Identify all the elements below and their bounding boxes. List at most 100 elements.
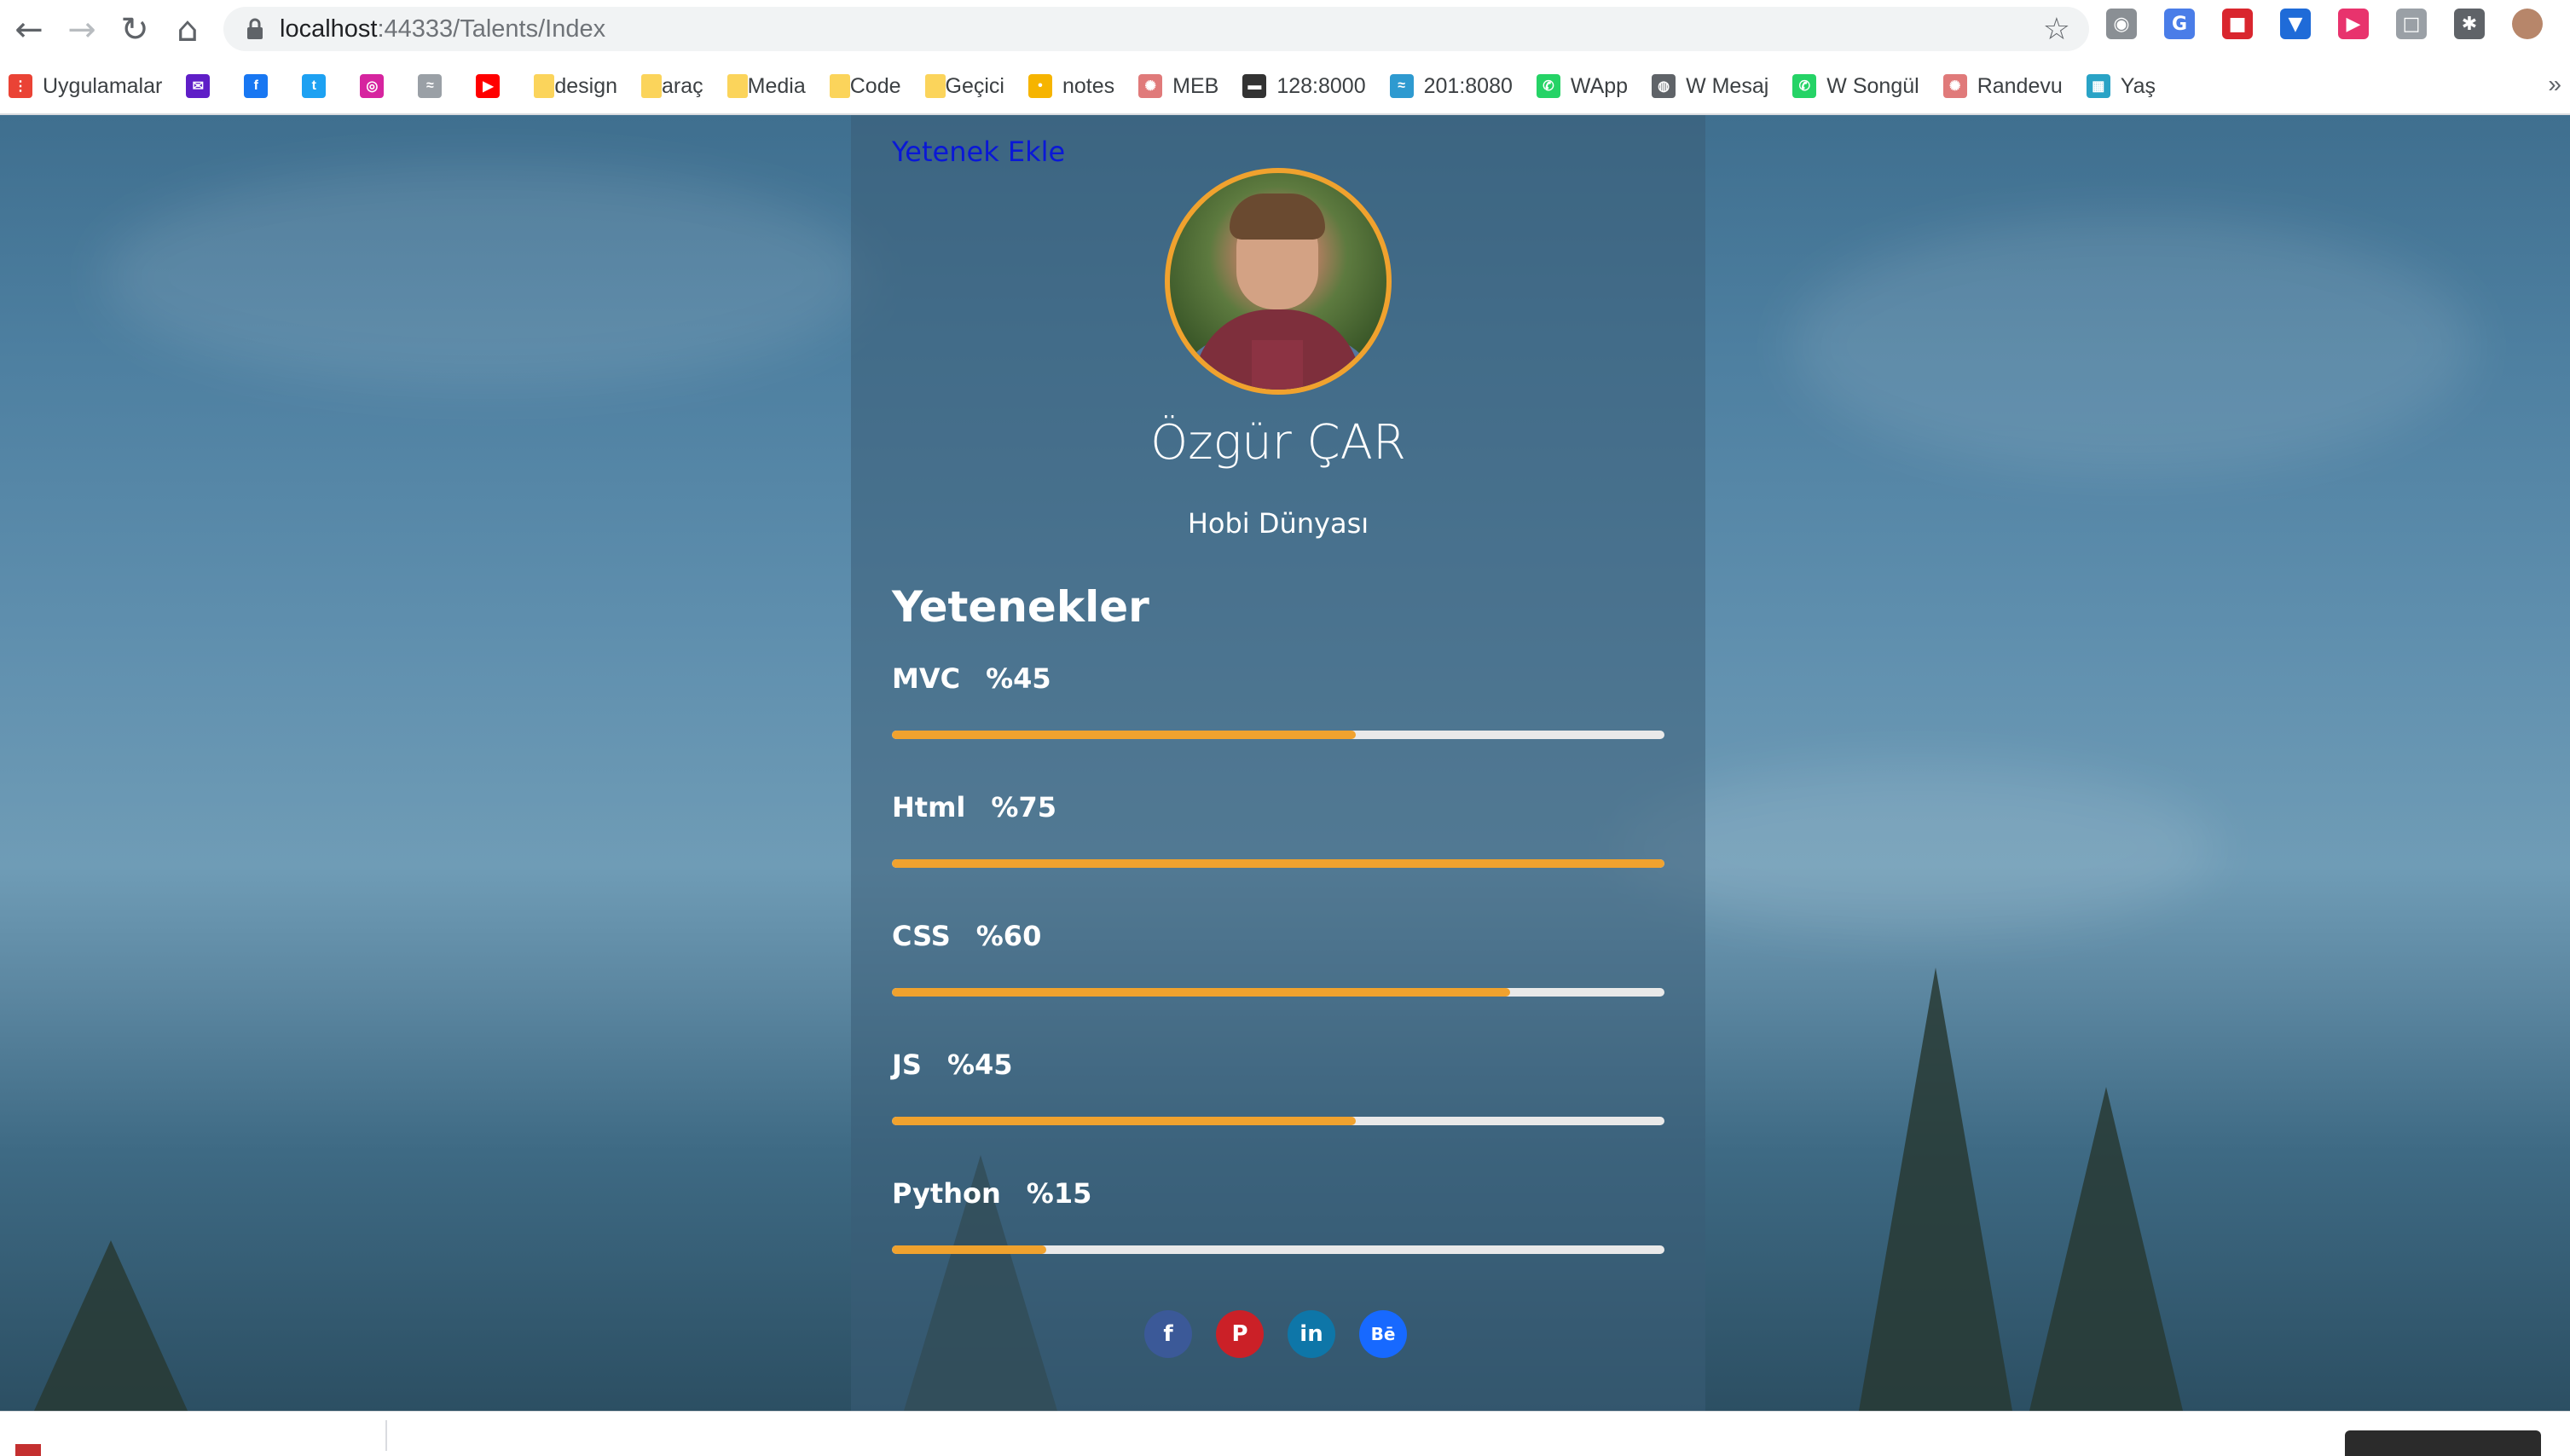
add-skill-link[interactable]: Yetenek Ekle: [892, 136, 1065, 168]
bookmark-item[interactable]: Code: [829, 74, 901, 99]
bookmark-item[interactable]: ≈: [418, 74, 452, 98]
bookmark-item[interactable]: ≈201:8080: [1389, 73, 1513, 99]
bookmark-item[interactable]: Media: [726, 74, 806, 99]
bookmark-label: W Songül: [1826, 73, 1919, 98]
avatar: [1165, 168, 1392, 395]
bookmark-star-icon[interactable]: ☆: [2043, 12, 2070, 47]
lock-icon[interactable]: [244, 15, 266, 43]
behance-icon[interactable]: Bē: [1359, 1310, 1407, 1358]
address-bar[interactable]: localhost:44333/Talents/Index ☆: [223, 7, 2089, 51]
skill-label: Html %75: [892, 791, 1664, 823]
vpn-icon[interactable]: ▼: [2280, 9, 2311, 39]
camera-icon[interactable]: ◉: [2106, 9, 2137, 39]
avatar-hair: [1230, 194, 1325, 240]
instagram-icon: ◎: [360, 74, 385, 98]
browser-toolbar: ← → ↻ ⌂ localhost:44333/Talents/Index ☆ …: [0, 0, 2570, 59]
bookmark-item[interactable]: ✺ MEB: [1138, 74, 1218, 99]
whatsapp-icon: ✆: [1536, 74, 1560, 98]
bookmark-item[interactable]: ✉: [186, 74, 220, 98]
skill-progress-track: [892, 731, 1664, 739]
reload-icon[interactable]: ↻: [111, 6, 159, 54]
bookmark-label: 201:8080: [1423, 73, 1513, 98]
skill-item: Python %15: [892, 1177, 1664, 1280]
folder-icon: [641, 74, 663, 98]
bookmark-label: 128:8000: [1276, 73, 1366, 98]
facebook-icon: f: [244, 74, 269, 98]
tree: [2029, 1087, 2183, 1411]
bookmark-label: Geçici: [945, 73, 1004, 98]
skill-progress-track: [892, 1117, 1664, 1125]
bookmark-item[interactable]: f: [244, 74, 278, 98]
forward-arrow-icon[interactable]: →: [58, 6, 106, 54]
skill-item: CSS %60: [892, 920, 1664, 1022]
page-background: Yetenek Ekle Özgür ÇAR Hobi Dünyası Yete…: [0, 115, 2570, 1411]
pinterest-icon[interactable]: P: [1216, 1310, 1264, 1358]
url-host: localhost: [280, 14, 378, 43]
skill-name: Python: [892, 1177, 1001, 1210]
skill-progress-fill: [892, 859, 1664, 868]
profile-avatar-icon[interactable]: [2512, 9, 2543, 39]
file-icon: [15, 1444, 41, 1456]
skill-label: JS %45: [892, 1049, 1664, 1081]
bookmark-item[interactable]: araç: [641, 74, 703, 99]
bookmark-item[interactable]: Geçici: [924, 73, 1004, 99]
skill-percent: %60: [975, 920, 1042, 952]
bookmarks-more-icon[interactable]: »: [2548, 71, 2561, 98]
bookmark-item[interactable]: design: [534, 74, 617, 99]
skill-name: MVC: [892, 662, 961, 695]
facebook-icon[interactable]: f: [1144, 1310, 1192, 1358]
bookmark-item[interactable]: ✺ Randevu: [1942, 73, 2063, 99]
bookmark-item[interactable]: ▬ 128:8000: [1242, 73, 1366, 99]
skill-percent: %45: [946, 1049, 1013, 1081]
bookmark-item[interactable]: ⋮ Uygulamalar: [9, 74, 162, 99]
translate-icon[interactable]: G: [2164, 9, 2195, 39]
profile-name: Özgür ÇAR: [1150, 415, 1406, 471]
bookmark-item[interactable]: ✆ WApp: [1536, 73, 1629, 99]
divider: [385, 1420, 387, 1451]
bookmark-label: WApp: [1570, 73, 1629, 98]
profile-card: Yetenek Ekle Özgür ÇAR Hobi Dünyası Yete…: [851, 115, 1705, 1411]
bookmark-item[interactable]: • notes: [1027, 73, 1115, 99]
url-text[interactable]: localhost:44333/Talents/Index: [280, 15, 605, 43]
globe-icon: ◍: [1652, 74, 1676, 98]
skill-percent: %45: [986, 662, 1051, 695]
bookmark-label: Yaş: [2120, 73, 2156, 98]
bookmark-label: W Mesaj: [1686, 73, 1769, 98]
skill-progress-track: [892, 859, 1664, 868]
skill-label: Python %15: [892, 1177, 1664, 1210]
wireless-icon: ≈: [418, 74, 443, 98]
avatar-shirt: [1252, 340, 1303, 390]
skill-progress-fill: [892, 1117, 1356, 1125]
bookmark-item[interactable]: t: [302, 74, 336, 98]
mail-icon: ✉: [186, 74, 211, 98]
skill-item: MVC %45: [892, 662, 1664, 765]
bookmark-label: araç: [662, 73, 703, 98]
tree: [1859, 968, 2012, 1411]
apps-grid-icon: ⋮: [9, 74, 32, 98]
extensions-puzzle-icon[interactable]: ✱: [2454, 9, 2485, 39]
skill-progress-fill: [892, 1245, 1047, 1254]
bookmark-item[interactable]: ▶: [476, 74, 510, 98]
folder-icon: [726, 74, 748, 98]
play-icon[interactable]: ▶: [2338, 9, 2369, 39]
extensions-row: ◉ G ■ ▼ ▶ □ ✱ ⋮: [2106, 9, 2570, 39]
bookmark-label: Randevu: [1977, 73, 2063, 98]
back-arrow-icon[interactable]: ←: [5, 6, 53, 54]
home-icon[interactable]: ⌂: [164, 6, 211, 54]
linkedin-icon[interactable]: in: [1288, 1310, 1335, 1358]
bookmark-item[interactable]: ▦ Yaş: [2086, 73, 2156, 99]
whatsapp-icon: ✆: [1792, 74, 1817, 98]
adblock-icon[interactable]: ■: [2222, 9, 2253, 39]
bookmark-item[interactable]: ◎: [360, 74, 394, 98]
download-bar: [0, 1411, 2570, 1456]
skill-progress-track: [892, 1245, 1664, 1254]
bookmark-item[interactable]: ✆ W Songül: [1792, 74, 1919, 99]
reader-icon[interactable]: □: [2396, 9, 2427, 39]
bookmark-label: Uygulamalar: [43, 73, 163, 98]
skills-heading: Yetenekler: [892, 582, 1149, 632]
bookmark-item[interactable]: ◍ W Mesaj: [1652, 74, 1768, 99]
meb-icon: ✺: [1138, 74, 1163, 98]
profile-subtitle: Hobi Dünyası: [1187, 507, 1369, 540]
device-icon: ▬: [1242, 74, 1267, 98]
bookmark-label: notes: [1062, 73, 1115, 98]
